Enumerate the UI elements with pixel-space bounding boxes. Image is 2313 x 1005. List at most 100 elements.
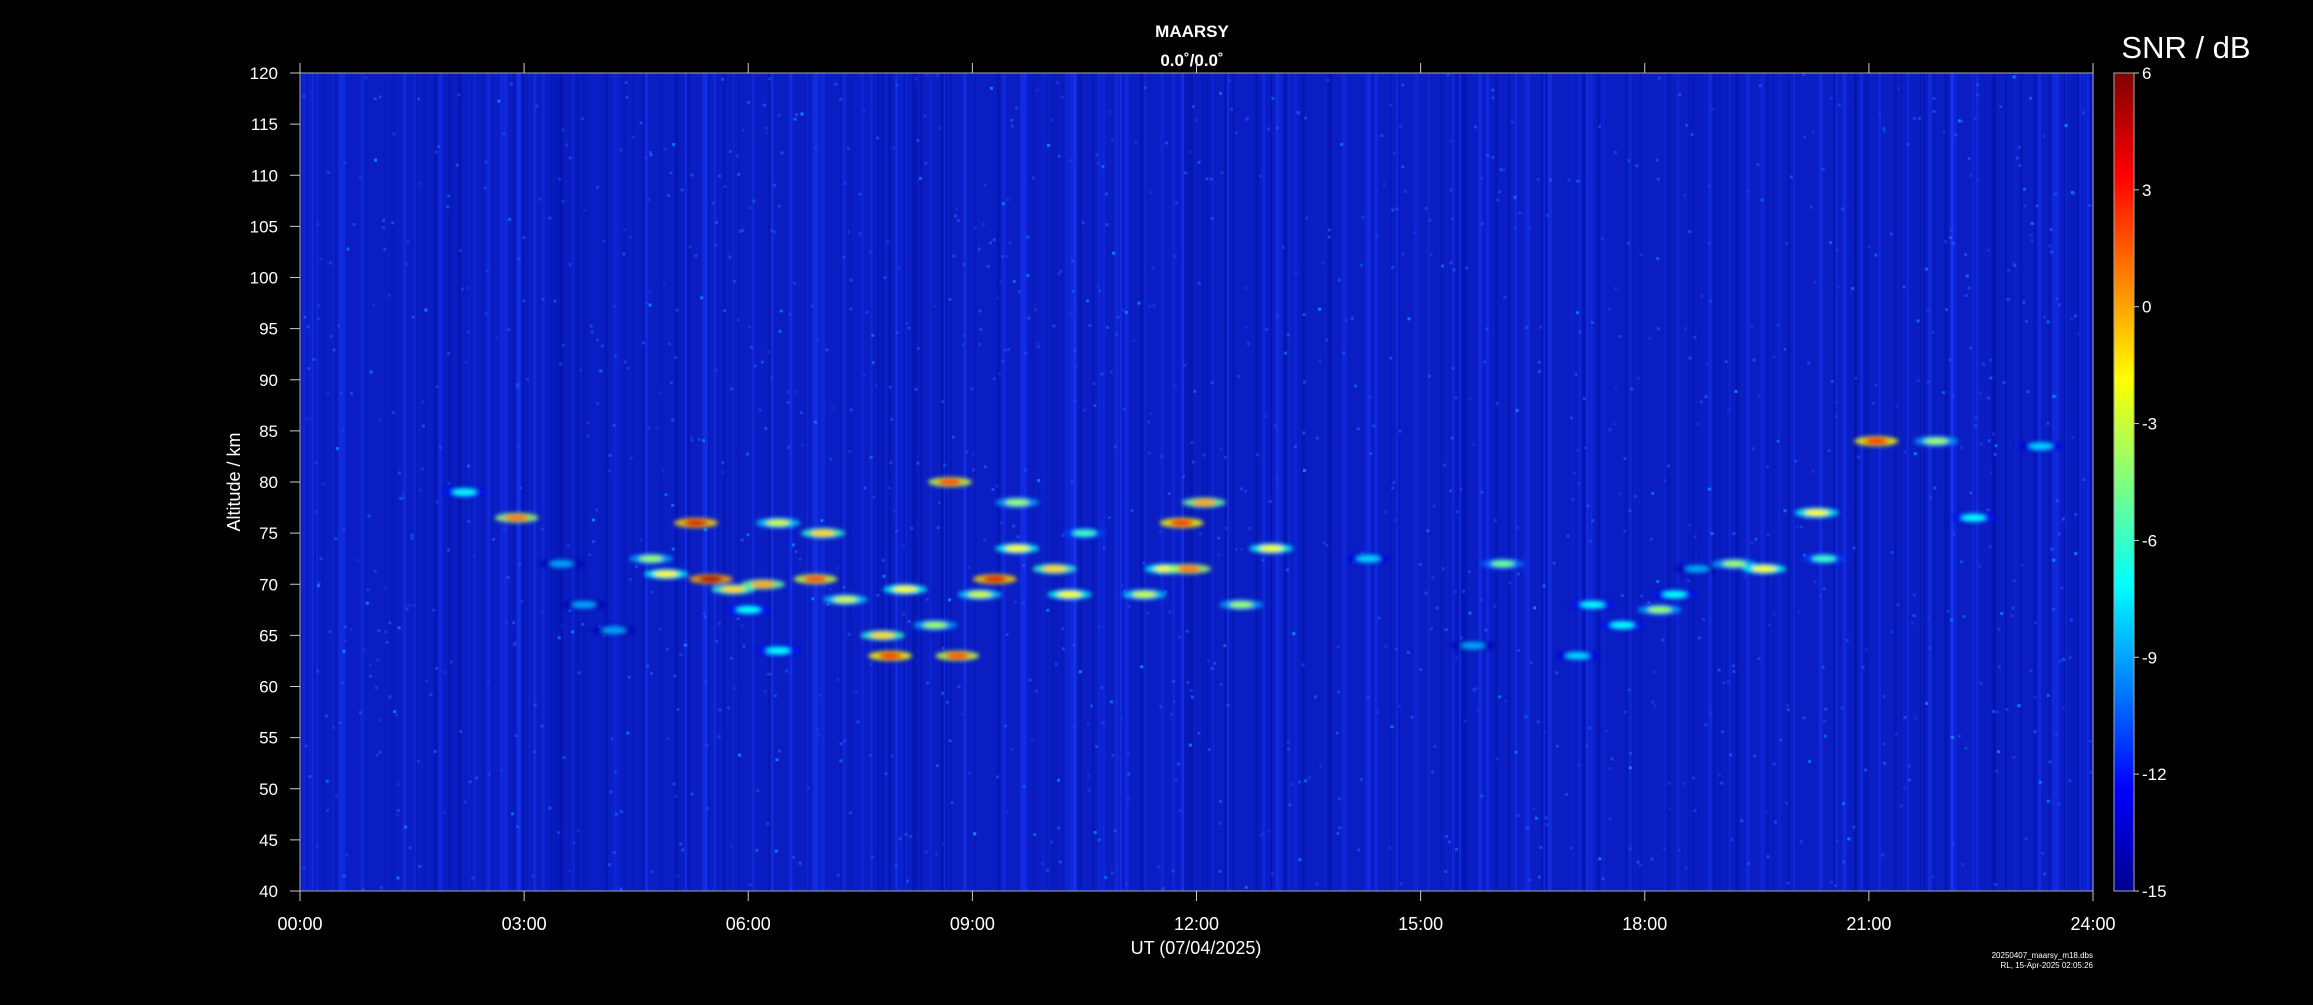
echo-point xyxy=(833,596,858,604)
noise-speckle xyxy=(1795,525,1799,529)
noise-speckle xyxy=(1125,881,1129,885)
noise-speckle xyxy=(1732,532,1736,536)
noise-speckle xyxy=(1829,241,1832,245)
noise-speckle xyxy=(1709,711,1713,715)
echo-point xyxy=(698,575,723,583)
noise-speckle xyxy=(1093,831,1097,834)
noise-speckle xyxy=(345,853,349,857)
noise-speckle xyxy=(1878,113,1882,117)
noise-streak xyxy=(1262,73,1265,891)
noise-speckle xyxy=(342,528,346,532)
noise-streak xyxy=(1345,73,1347,891)
noise-speckle xyxy=(2061,517,2065,521)
noise-speckle xyxy=(1190,441,1194,445)
noise-speckle xyxy=(875,136,879,140)
noise-speckle xyxy=(798,557,802,561)
noise-speckle xyxy=(1508,581,1512,585)
echo-point xyxy=(1924,437,1949,445)
noise-speckle xyxy=(1542,584,1546,588)
noise-streak xyxy=(1543,73,1546,891)
noise-streak xyxy=(842,73,846,891)
noise-speckle xyxy=(1951,736,1954,739)
echo-point xyxy=(1722,560,1747,568)
noise-speckle xyxy=(1757,657,1761,661)
noise-speckle xyxy=(1012,524,1016,528)
noise-speckle xyxy=(1623,529,1627,533)
noise-speckle xyxy=(738,753,741,757)
noise-speckle xyxy=(764,126,768,130)
noise-speckle xyxy=(1412,231,1416,235)
noise-speckle xyxy=(2005,708,2009,712)
noise-speckle xyxy=(1969,174,1973,178)
noise-speckle xyxy=(661,469,665,473)
noise-speckle xyxy=(1116,315,1120,319)
noise-speckle xyxy=(1913,593,1916,597)
noise-speckle xyxy=(612,851,616,854)
noise-speckle xyxy=(1890,550,1894,554)
noise-speckle xyxy=(1944,240,1948,244)
noise-speckle xyxy=(1614,387,1618,391)
y-tick-label: 70 xyxy=(259,575,278,594)
echo-point xyxy=(1005,499,1030,506)
noise-speckle xyxy=(1786,881,1790,885)
echo-point xyxy=(1229,601,1254,609)
colorbar-tick-label: 3 xyxy=(2142,181,2151,200)
noise-speckle xyxy=(1693,808,1697,812)
noise-speckle xyxy=(1096,284,1100,288)
noise-speckle xyxy=(1291,782,1295,786)
noise-speckle xyxy=(419,488,423,492)
noise-speckle xyxy=(1890,630,1894,634)
noise-speckle xyxy=(1399,124,1403,128)
noise-speckle xyxy=(1837,103,1841,107)
noise-speckle xyxy=(970,387,974,391)
noise-speckle xyxy=(2042,134,2046,138)
echo-point xyxy=(1132,591,1157,598)
noise-streak xyxy=(393,73,396,891)
noise-speckle xyxy=(2038,780,2042,784)
noise-speckle xyxy=(1007,348,1011,351)
noise-speckle xyxy=(1688,230,1692,234)
noise-speckle xyxy=(1515,526,1519,530)
noise-streak xyxy=(641,73,645,891)
noise-speckle xyxy=(961,343,965,347)
noise-speckle xyxy=(1245,325,1249,329)
noise-speckle xyxy=(1463,719,1467,723)
noise-speckle xyxy=(1191,460,1195,464)
noise-speckle xyxy=(1910,621,1914,625)
noise-speckle xyxy=(628,578,632,581)
noise-speckle xyxy=(2007,268,2011,272)
noise-speckle xyxy=(1525,826,1529,830)
noise-speckle xyxy=(996,296,1000,300)
echo-point xyxy=(751,580,776,588)
noise-speckle xyxy=(312,357,316,361)
noise-speckle xyxy=(492,537,495,541)
noise-speckle xyxy=(1157,865,1161,869)
noise-speckle xyxy=(989,241,992,245)
noise-speckle xyxy=(1995,710,1999,714)
noise-speckle xyxy=(2052,558,2056,562)
noise-speckle xyxy=(561,344,565,347)
noise-streak xyxy=(450,73,453,891)
noise-speckle xyxy=(813,420,817,424)
noise-speckle xyxy=(346,247,350,251)
noise-speckle xyxy=(2034,621,2037,625)
noise-speckle xyxy=(1393,518,1397,522)
noise-speckle xyxy=(683,643,687,647)
noise-speckle xyxy=(817,733,821,737)
noise-speckle xyxy=(991,488,995,491)
echo-point xyxy=(1057,591,1082,598)
noise-speckle xyxy=(1995,769,1999,773)
noise-speckle xyxy=(450,660,453,664)
echo-point xyxy=(1662,591,1687,598)
noise-speckle xyxy=(1747,862,1751,866)
noise-streak xyxy=(1792,73,1795,891)
noise-speckle xyxy=(2002,381,2006,385)
noise-speckle xyxy=(1071,289,1075,293)
noise-speckle xyxy=(595,508,599,512)
noise-speckle xyxy=(1210,381,1214,385)
noise-speckle xyxy=(419,182,423,186)
noise-speckle xyxy=(338,721,342,725)
noise-streak xyxy=(403,73,405,891)
noise-speckle xyxy=(612,424,616,428)
noise-streak xyxy=(911,73,915,891)
